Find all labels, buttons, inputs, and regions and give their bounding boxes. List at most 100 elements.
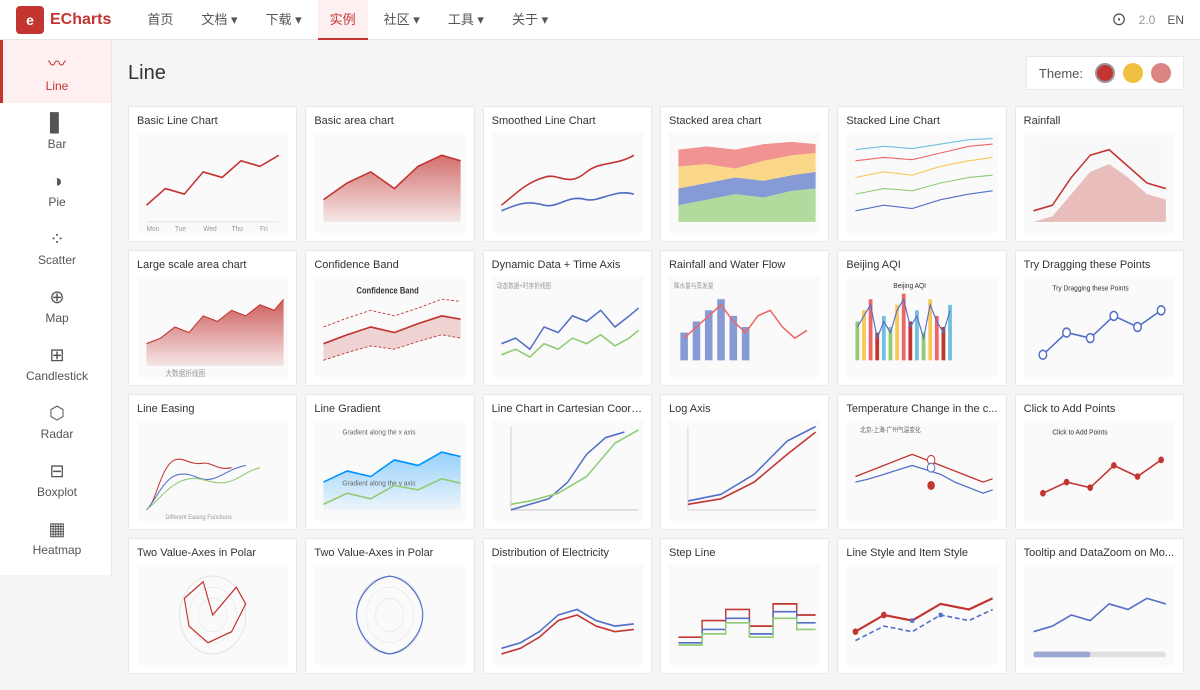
nav-home[interactable]: 首页	[135, 0, 185, 40]
theme-dot-yellow[interactable]	[1123, 63, 1143, 83]
chart-card-rainfall-waterflow[interactable]: Rainfall and Water Flow 降水量与蒸发量	[660, 250, 829, 386]
chart-card-two-polar-1[interactable]: Two Value-Axes in Polar	[128, 538, 297, 674]
version-badge: 2.0	[1139, 13, 1156, 27]
svg-text:Tue: Tue	[175, 223, 186, 233]
sidebar-item-heatmap[interactable]: ▦ Heatmap	[0, 509, 111, 567]
heatmap-icon: ▦	[48, 519, 65, 540]
svg-text:北京-上海-广州气温变化: 北京-上海-广州气温变化	[861, 426, 922, 435]
chart-card-line-gradient[interactable]: Line Gradient Gradient along the x axis …	[305, 394, 474, 530]
chart-preview-smoothed-line	[492, 133, 643, 233]
chart-card-dynamic-data[interactable]: Dynamic Data + Time Axis 动态数据+时序折线图	[483, 250, 652, 386]
chart-grid: Basic Line Chart Mon Tue Wed Thu Fri Bas…	[128, 106, 1184, 674]
sidebar-item-bar[interactable]: ▋ Bar	[0, 103, 111, 161]
chart-card-line-easing[interactable]: Line Easing Different Easing Functions	[128, 394, 297, 530]
line-icon: 〰	[48, 50, 66, 76]
chart-card-smoothed-line[interactable]: Smoothed Line Chart	[483, 106, 652, 242]
chart-title-large-scale: Large scale area chart	[137, 259, 288, 271]
chart-card-tooltip-zoom[interactable]: Tooltip and DataZoom on Mo...	[1015, 538, 1184, 674]
logo[interactable]: e ECharts	[16, 6, 111, 34]
topnav: e ECharts 首页 文档 ▾ 下载 ▾ 实例 社区 ▾ 工具 ▾ 关于 ▾…	[0, 0, 1200, 40]
chart-title-basic-area: Basic area chart	[314, 115, 465, 127]
svg-text:Fri: Fri	[260, 223, 268, 233]
nav-community[interactable]: 社区 ▾	[372, 0, 432, 40]
sidebar-item-graph[interactable]: ◎ Graph	[0, 567, 111, 575]
theme-label: Theme:	[1039, 66, 1083, 81]
chart-preview-two-polar-2	[314, 565, 465, 665]
chart-title-stacked-line: Stacked Line Chart	[846, 115, 997, 127]
chart-title-line-gradient: Line Gradient	[314, 403, 465, 415]
nav-tools[interactable]: 工具 ▾	[436, 0, 496, 40]
theme-dot-red[interactable]	[1095, 63, 1115, 83]
sidebar-label-radar: Radar	[41, 427, 74, 441]
logo-icon: e	[16, 6, 44, 34]
sidebar-item-candlestick[interactable]: ⊞ Candlestick	[0, 335, 111, 393]
chart-title-rainfall-waterflow: Rainfall and Water Flow	[669, 259, 820, 271]
chart-card-basic-line[interactable]: Basic Line Chart Mon Tue Wed Thu Fri	[128, 106, 297, 242]
sidebar-label-bar: Bar	[48, 137, 67, 151]
nav-docs[interactable]: 文档 ▾	[189, 0, 249, 40]
map-icon: ⊕	[49, 287, 64, 308]
chart-preview-two-polar-1	[137, 565, 288, 665]
chart-preview-try-dragging: Try Dragging these Points	[1024, 277, 1175, 377]
lang-toggle[interactable]: EN	[1167, 13, 1184, 27]
github-icon[interactable]: ⊙	[1112, 9, 1127, 30]
topnav-menu: 首页 文档 ▾ 下载 ▾ 实例 社区 ▾ 工具 ▾ 关于 ▾	[135, 0, 1111, 40]
sidebar: 〰 Line ▋ Bar ◑ Pie ⁘ Scatter ⊕ Map ⊞ Can…	[0, 40, 112, 575]
chart-title-line-style: Line Style and Item Style	[846, 547, 997, 559]
chart-preview-log-axis	[669, 421, 820, 521]
sidebar-item-radar[interactable]: ⬡ Radar	[0, 393, 111, 451]
sidebar-item-map[interactable]: ⊕ Map	[0, 277, 111, 335]
svg-text:Confidence Band: Confidence Band	[357, 286, 419, 296]
chart-card-step-line[interactable]: Step Line	[660, 538, 829, 674]
chart-card-beijing-aqi[interactable]: Beijing AQI Beijing AQI	[837, 250, 1006, 386]
svg-text:大数据折线图: 大数据折线图	[165, 368, 205, 377]
svg-text:Click to Add Points: Click to Add Points	[1052, 427, 1108, 437]
boxplot-icon: ⊟	[49, 461, 64, 482]
nav-download[interactable]: 下载 ▾	[254, 0, 314, 40]
sidebar-item-boxplot[interactable]: ⊟ Boxplot	[0, 451, 111, 509]
sidebar-item-line[interactable]: 〰 Line	[0, 40, 111, 103]
sidebar-label-line: Line	[46, 79, 69, 93]
chart-title-temp-change: Temperature Change in the c...	[846, 403, 997, 415]
svg-text:Wed: Wed	[203, 223, 216, 233]
chart-card-distribution[interactable]: Distribution of Electricity	[483, 538, 652, 674]
chart-card-two-polar-2[interactable]: Two Value-Axes in Polar	[305, 538, 474, 674]
chart-card-rainfall[interactable]: Rainfall	[1015, 106, 1184, 242]
theme-dot-dark[interactable]	[1151, 63, 1171, 83]
chart-card-line-cartesian[interactable]: Line Chart in Cartesian Coord...	[483, 394, 652, 530]
chart-card-temp-change[interactable]: Temperature Change in the c... 北京-上海-广州气…	[837, 394, 1006, 530]
chart-preview-click-add: Click to Add Points	[1024, 421, 1175, 521]
sidebar-label-heatmap: Heatmap	[33, 543, 82, 557]
chart-card-try-dragging[interactable]: Try Dragging these Points Try Dragging t…	[1015, 250, 1184, 386]
chart-preview-step-line	[669, 565, 820, 665]
chart-preview-temp-change: 北京-上海-广州气温变化	[846, 421, 997, 521]
chart-title-smoothed-line: Smoothed Line Chart	[492, 115, 643, 127]
chart-preview-basic-line: Mon Tue Wed Thu Fri	[137, 133, 288, 233]
svg-text:Thu: Thu	[232, 223, 243, 233]
sidebar-item-scatter[interactable]: ⁘ Scatter	[0, 219, 111, 277]
chart-card-large-scale[interactable]: Large scale area chart 大数据折线图	[128, 250, 297, 386]
chart-card-stacked-line[interactable]: Stacked Line Chart	[837, 106, 1006, 242]
theme-bar: Theme:	[1026, 56, 1184, 90]
chart-card-click-add[interactable]: Click to Add Points Click to Add Points	[1015, 394, 1184, 530]
nav-examples[interactable]: 实例	[318, 0, 368, 40]
chart-title-confidence-band: Confidence Band	[314, 259, 465, 271]
chart-preview-large-scale: 大数据折线图	[137, 277, 288, 377]
svg-text:动态数据+时序折线图: 动态数据+时序折线图	[496, 282, 550, 291]
chart-title-basic-line: Basic Line Chart	[137, 115, 288, 127]
chart-card-stacked-area[interactable]: Stacked area chart	[660, 106, 829, 242]
chart-card-log-axis[interactable]: Log Axis	[660, 394, 829, 530]
svg-text:Beijing AQI: Beijing AQI	[894, 281, 927, 291]
chart-card-basic-area[interactable]: Basic area chart	[305, 106, 474, 242]
sidebar-item-pie[interactable]: ◑ Pie	[0, 161, 111, 219]
chart-card-confidence-band[interactable]: Confidence Band Confidence Band	[305, 250, 474, 386]
chart-preview-line-gradient: Gradient along the x axis Gradient along…	[314, 421, 465, 521]
radar-icon: ⬡	[49, 403, 65, 424]
nav-about[interactable]: 关于 ▾	[500, 0, 560, 40]
svg-text:Try Dragging these Points: Try Dragging these Points	[1052, 283, 1129, 293]
chart-preview-dynamic-data: 动态数据+时序折线图	[492, 277, 643, 377]
sidebar-label-map: Map	[45, 311, 68, 325]
chart-card-line-style[interactable]: Line Style and Item Style	[837, 538, 1006, 674]
chart-preview-line-easing: Different Easing Functions	[137, 421, 288, 521]
chart-preview-stacked-line	[846, 133, 997, 233]
